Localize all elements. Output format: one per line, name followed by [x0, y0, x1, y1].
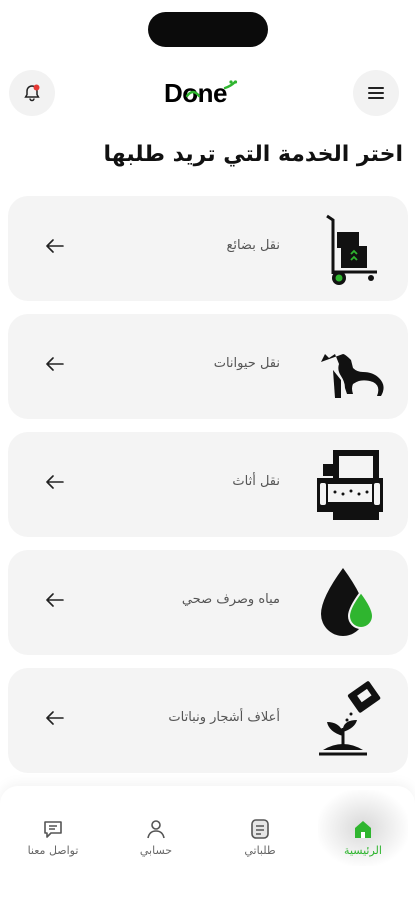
sofa-furniture-icon: [313, 444, 389, 524]
device-notch: [148, 12, 268, 47]
bell-icon: [24, 84, 40, 102]
arrow-left-icon: [46, 234, 66, 258]
tab-home[interactable]: الرئيسية: [323, 818, 403, 862]
services-list: نقل بضائع نقل حيوانات نقل أثاث مياه وصرف…: [8, 196, 408, 786]
tab-orders[interactable]: طلباتي: [220, 818, 300, 862]
menu-button[interactable]: [353, 70, 399, 116]
notifications-button[interactable]: [9, 70, 55, 116]
chat-icon: [44, 821, 62, 838]
service-label: مياه وصرف صحي: [181, 592, 280, 607]
tab-label: طلباتي: [244, 844, 276, 857]
tab-account[interactable]: حسابي: [116, 818, 196, 862]
tab-label: حسابي: [139, 844, 173, 857]
service-label: نقل أثاث: [232, 474, 280, 489]
service-card-water[interactable]: مياه وصرف صحي: [8, 550, 408, 655]
service-label: نقل حيوانات: [213, 356, 280, 371]
page-title: اختر الخدمة التي تريد طلبها: [103, 142, 403, 167]
dog-icon: [313, 326, 389, 406]
hamburger-menu-icon: [368, 87, 384, 99]
arrow-left-icon: [46, 588, 66, 612]
tab-contact[interactable]: تواصل معنا: [13, 818, 93, 862]
hand-truck-boxes-icon: [313, 208, 389, 288]
user-icon: [147, 820, 165, 839]
water-drop-icon: [313, 562, 389, 642]
app-logo: Done: [160, 76, 250, 110]
service-card-plants[interactable]: أعلاف أشجار ونباتات: [8, 668, 408, 773]
tab-label: تواصل معنا: [27, 844, 79, 857]
arrow-left-icon: [46, 352, 66, 376]
tab-label: الرئيسية: [344, 844, 382, 857]
arrow-left-icon: [46, 470, 66, 494]
orders-list-icon: [251, 819, 269, 839]
service-label: نقل بضائع: [226, 238, 280, 253]
service-card-animals[interactable]: نقل حيوانات: [8, 314, 408, 419]
arrow-left-icon: [46, 706, 66, 730]
service-card-goods[interactable]: نقل بضائع: [8, 196, 408, 301]
service-label: أعلاف أشجار ونباتات: [168, 710, 280, 725]
plant-fertilizer-icon: [313, 680, 389, 760]
home-icon: [355, 821, 371, 838]
service-card-furniture[interactable]: نقل أثاث: [8, 432, 408, 537]
